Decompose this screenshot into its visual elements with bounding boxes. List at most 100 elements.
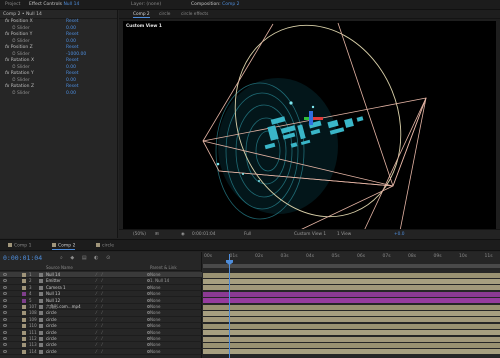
parent-dropdown[interactable]: None: [150, 310, 160, 316]
parent-dropdown[interactable]: None: [150, 330, 160, 336]
view-layout-dropdown[interactable]: 1 View: [337, 231, 351, 238]
exposure-value[interactable]: +0.0: [394, 231, 404, 238]
layer-duration-bar[interactable]: [203, 285, 500, 291]
parent-dropdown[interactable]: None: [150, 342, 160, 348]
layer-switches[interactable]: ⁄ ⁄: [96, 304, 102, 310]
layer-duration-bar[interactable]: [203, 342, 500, 349]
layer-duration-bar[interactable]: [203, 298, 500, 304]
layer-duration-bar[interactable]: [203, 330, 500, 336]
viewer-tab-circle[interactable]: circle: [159, 11, 170, 18]
layer-name[interactable]: circle: [46, 330, 57, 336]
layer-duration-bar[interactable]: [203, 323, 500, 329]
viewer-timecode[interactable]: 0:00:01:04: [192, 231, 215, 238]
layer-row[interactable]: 107 六角形.com...mp4 ⁄ ⁄ None: [0, 304, 202, 311]
visibility-eye-icon[interactable]: [3, 305, 7, 308]
layer-duration-bar[interactable]: [203, 272, 500, 278]
layer-name[interactable]: Null 12: [46, 298, 60, 304]
composition-canvas[interactable]: Custom View 1: [123, 21, 496, 236]
label-color-swatch[interactable]: [22, 279, 26, 284]
source-name-header[interactable]: Source Name: [46, 265, 73, 271]
layer-duration-bar[interactable]: [203, 336, 500, 342]
parent-header[interactable]: Parent & Link: [150, 265, 177, 271]
tab-composition[interactable]: Composition: Comp 2: [188, 1, 243, 9]
timeline-tab-circle[interactable]: circle: [96, 243, 114, 249]
layer-switches[interactable]: ⁄ ⁄: [96, 310, 102, 316]
visibility-eye-icon[interactable]: [3, 324, 7, 328]
layer-row[interactable]: 114 circle ⁄ ⁄ None: [0, 349, 202, 355]
layer-duration-bar[interactable]: [203, 304, 500, 310]
layer-row[interactable]: 3 Camera 1 ⁄ ⁄ None: [0, 285, 202, 291]
layer-row[interactable]: 110 circle ⁄ ⁄ None: [0, 323, 202, 330]
layer-switches[interactable]: ⁄ ⁄: [96, 349, 102, 355]
layer-name[interactable]: 六角形.com...mp4: [46, 304, 81, 310]
layer-name[interactable]: Null 13: [46, 291, 60, 297]
resolution-dropdown[interactable]: Full: [244, 231, 251, 238]
layer-row[interactable]: 2 Emitter ⁄ ⁄ 1. Null 14: [0, 278, 202, 285]
parent-dropdown[interactable]: 1. Null 14: [150, 278, 169, 284]
layer-row[interactable]: 113 circle ⁄ ⁄ None: [0, 342, 202, 349]
layer-row[interactable]: 1 Null 14 ⁄ ⁄ None: [0, 272, 202, 279]
layer-switches[interactable]: ⁄ ⁄: [96, 278, 102, 284]
slider-row[interactable]: ⏱ Slider 0.00: [0, 91, 117, 98]
parent-dropdown[interactable]: None: [150, 272, 160, 278]
layer-switches[interactable]: ⁄ ⁄: [96, 285, 102, 291]
layer-name[interactable]: circle: [46, 310, 57, 316]
parent-dropdown[interactable]: None: [150, 349, 160, 355]
layer-row[interactable]: 5 Null 12 ⁄ ⁄ None: [0, 298, 202, 304]
layer-name[interactable]: circle: [46, 349, 57, 355]
layer-duration-bar[interactable]: [203, 349, 500, 355]
visibility-eye-icon[interactable]: [3, 298, 7, 302]
layer-duration-bar[interactable]: [203, 310, 500, 317]
parent-dropdown[interactable]: None: [150, 317, 160, 323]
layer-switches[interactable]: ⁄ ⁄: [96, 317, 102, 323]
layer-name[interactable]: Camera 1: [46, 285, 66, 291]
parent-dropdown[interactable]: None: [150, 285, 160, 291]
layer-switches[interactable]: ⁄ ⁄: [96, 272, 102, 278]
layer-duration-bar[interactable]: [203, 291, 500, 297]
layer-name[interactable]: circle: [46, 317, 57, 323]
layer-switches[interactable]: ⁄ ⁄: [96, 342, 102, 348]
slider-value[interactable]: 0.00: [66, 91, 76, 98]
parent-dropdown[interactable]: None: [150, 304, 160, 310]
layer-switches[interactable]: ⁄ ⁄: [96, 330, 102, 336]
parent-dropdown[interactable]: None: [150, 291, 160, 297]
parent-dropdown[interactable]: None: [150, 298, 160, 304]
label-color-swatch[interactable]: [22, 343, 26, 348]
label-color-swatch[interactable]: [22, 305, 26, 309]
layer-row[interactable]: 111 circle ⁄ ⁄ None: [0, 330, 202, 336]
visibility-eye-icon[interactable]: [3, 343, 7, 347]
layer-row[interactable]: 108 circle ⁄ ⁄ None: [0, 310, 202, 317]
layer-switches[interactable]: ⁄ ⁄: [96, 323, 102, 329]
viewer-tab-comp-2[interactable]: Comp 2: [133, 11, 150, 18]
work-area-bar[interactable]: [203, 264, 500, 268]
layer-switches[interactable]: ⁄ ⁄: [96, 291, 102, 297]
layer-name[interactable]: circle: [46, 336, 57, 342]
layer-row[interactable]: 4 Null 13 ⁄ ⁄ None: [0, 291, 202, 298]
visibility-eye-icon[interactable]: [3, 337, 7, 340]
tab-layer[interactable]: Layer: (none): [128, 1, 164, 9]
zoom-dropdown[interactable]: (50%): [133, 231, 146, 238]
parent-dropdown[interactable]: None: [150, 323, 160, 329]
timeline-tab-comp-2[interactable]: Comp 2: [52, 243, 76, 250]
label-color-swatch[interactable]: [22, 298, 26, 303]
viewer-tab-circle-effects[interactable]: circle effects: [181, 11, 208, 18]
visibility-eye-icon[interactable]: [3, 349, 7, 353]
layer-name[interactable]: Emitter: [46, 278, 61, 284]
timeline-switches[interactable]: ⌕ ◆ ▤ ◐ ⊙: [60, 255, 113, 261]
label-color-swatch[interactable]: [22, 330, 26, 335]
layer-row[interactable]: 112 circle ⁄ ⁄ None: [0, 336, 202, 343]
visibility-eye-icon[interactable]: [3, 285, 7, 289]
layer-switches[interactable]: ⁄ ⁄: [96, 336, 102, 342]
time-ruler[interactable]: 00s 01s 02s 03s 04s 05s 06s 07s 08s 09s 10s 11s: [203, 254, 500, 264]
3d-view-dropdown[interactable]: Custom View 1: [294, 231, 326, 238]
label-color-swatch[interactable]: [22, 349, 26, 354]
visibility-eye-icon[interactable]: [3, 273, 7, 276]
layer-name[interactable]: circle: [46, 323, 57, 329]
grid-icon[interactable]: ⊞: [155, 231, 159, 238]
label-color-swatch[interactable]: [22, 285, 26, 290]
layer-duration-bar[interactable]: [203, 278, 500, 285]
layer-name[interactable]: Null 14: [46, 272, 60, 278]
layer-switches[interactable]: ⁄ ⁄: [96, 298, 102, 304]
label-color-swatch[interactable]: [22, 292, 26, 297]
label-color-swatch[interactable]: [22, 311, 26, 316]
